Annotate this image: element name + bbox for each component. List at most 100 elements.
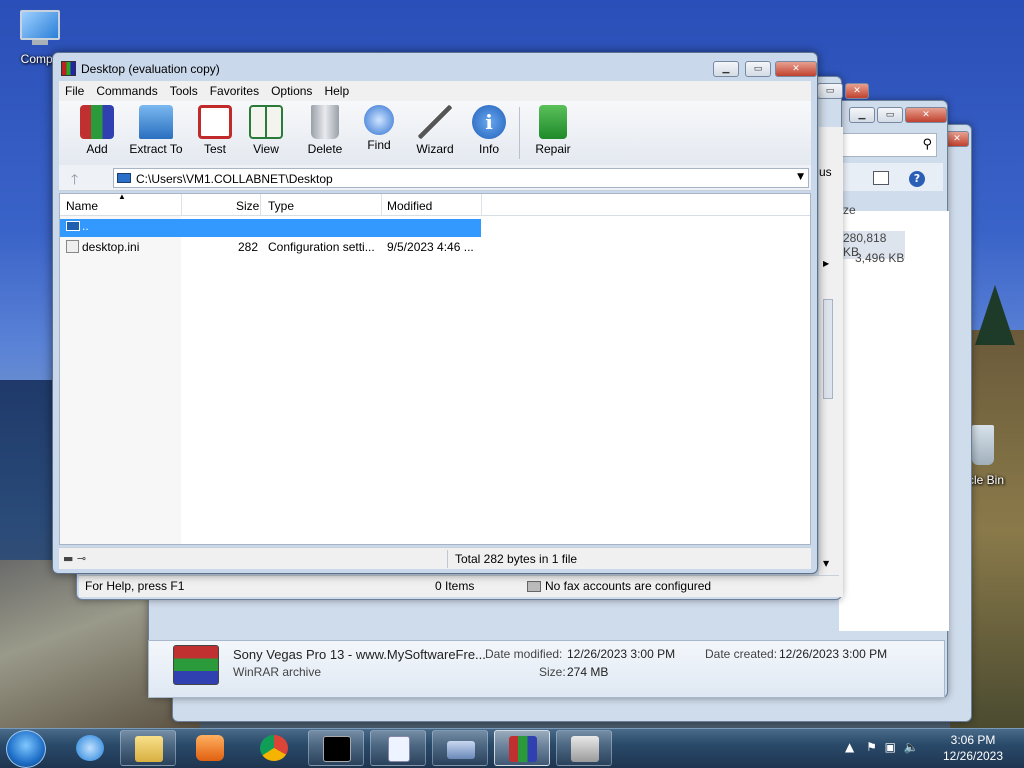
row-size: 282 — [238, 240, 259, 254]
help-icon[interactable]: ? — [909, 171, 925, 187]
action-center-icon[interactable]: ⚑ — [866, 740, 877, 754]
close-button[interactable]: ✕ — [905, 107, 947, 123]
close-button[interactable]: ✕ — [775, 61, 817, 77]
minimize-button[interactable]: ▁ — [849, 107, 875, 123]
repair-button[interactable]: Repair — [531, 105, 575, 156]
file-list[interactable]: Name ▲ Size Type Modified .. desktop.ini… — [59, 192, 811, 545]
chevron-down-icon[interactable]: ▼ — [797, 172, 804, 182]
column-header-type[interactable]: Type — [268, 199, 294, 213]
explorer-details-pane: Sony Vegas Pro 13 - www.MySoftwareFre...… — [148, 640, 945, 698]
up-arrow-icon[interactable]: 🡑 — [71, 169, 78, 193]
wizard-button[interactable]: Wizard — [413, 105, 457, 156]
taskbar-onscreen-keyboard[interactable] — [432, 730, 488, 766]
details-date-modified-label: Date modified: — [485, 647, 563, 661]
row-type: Configuration setti... — [268, 240, 375, 254]
delete-button[interactable]: Delete — [305, 105, 345, 156]
network-icon[interactable]: ▣ — [885, 740, 896, 754]
extract-to-button[interactable]: Extract To — [127, 105, 185, 156]
maximize-button[interactable]: ▭ — [877, 107, 903, 123]
parent-folder-icon — [66, 221, 80, 231]
taskbar-fax[interactable] — [556, 730, 612, 766]
add-label: Add — [86, 142, 108, 156]
chrome-icon — [260, 735, 288, 761]
test-label: Test — [203, 142, 226, 156]
menu-tools[interactable]: Tools — [164, 81, 204, 101]
minimize-button[interactable]: ▭ — [817, 83, 843, 99]
scroll-right-icon[interactable]: ▶ — [823, 259, 829, 268]
list-item-desktop-ini[interactable]: desktop.ini 282 Configuration setti... 9… — [60, 238, 481, 256]
address-bar: 🡑 C:\Users\VM1.COLLABNET\Desktop ▼ — [59, 165, 811, 191]
menu-favorites[interactable]: Favorites — [204, 81, 265, 101]
info-icon: i — [472, 105, 506, 139]
column-header-name[interactable]: Name — [66, 199, 98, 213]
add-button[interactable]: Add — [77, 105, 117, 156]
desktop-background-tree — [975, 285, 1015, 345]
sort-arrow-icon: ▲ — [118, 192, 126, 201]
info-button[interactable]: i Info — [469, 105, 509, 156]
extract-to-label: Extract To — [129, 142, 183, 156]
menu-file[interactable]: File — [59, 81, 90, 101]
address-combobox[interactable]: C:\Users\VM1.COLLABNET\Desktop ▼ — [113, 168, 809, 188]
details-date-modified: 12/26/2023 3:00 PM — [567, 647, 676, 661]
maximize-button[interactable]: ▭ — [745, 61, 771, 77]
taskbar-notepad[interactable] — [370, 730, 426, 766]
test-checklist-icon — [198, 105, 232, 139]
list-item-parent-folder[interactable]: .. — [60, 219, 481, 237]
folder-icon — [135, 736, 163, 762]
column-header-size[interactable]: Size — [236, 199, 259, 213]
start-button[interactable] — [6, 730, 46, 768]
delete-label: Delete — [307, 142, 343, 156]
status-items: 0 Items — [435, 579, 475, 593]
menu-commands[interactable]: Commands — [90, 81, 163, 101]
search-icon[interactable]: ⚲ — [922, 137, 932, 152]
winrar-window[interactable]: Desktop (evaluation copy) ▁ ▭ ✕ File Com… — [52, 52, 818, 574]
row-name: desktop.ini — [82, 240, 140, 254]
menu-options[interactable]: Options — [265, 81, 318, 101]
toolbar: Add Extract To Test View Delete Find Wiz… — [59, 101, 811, 165]
find-button[interactable]: Find — [359, 105, 399, 152]
drive-key-icon: ▬ ⊸ — [63, 552, 87, 565]
trash-icon — [311, 105, 339, 139]
taskbar-explorer[interactable] — [120, 730, 176, 766]
taskbar-chrome[interactable] — [246, 730, 302, 766]
taskbar-clock[interactable]: 3:06 PM 12/26/2023 — [940, 732, 1006, 764]
winrar-app-icon[interactable] — [61, 61, 76, 76]
menu-bar: File Commands Tools Favorites Options He… — [59, 81, 811, 101]
taskbar-media-player[interactable] — [182, 730, 238, 766]
document-icon — [388, 736, 410, 762]
details-date-created-label: Date created: — [705, 647, 778, 661]
status-bar: ▬ ⊸ Total 282 bytes in 1 file — [59, 547, 811, 569]
test-button[interactable]: Test — [195, 105, 235, 156]
vertical-scrollbar-thumb[interactable] — [823, 299, 833, 399]
taskbar-internet-explorer[interactable] — [62, 730, 118, 766]
media-player-icon — [196, 735, 224, 761]
status-fax: No fax accounts are configured — [545, 579, 712, 593]
command-prompt-icon — [323, 736, 351, 762]
minimize-button[interactable]: ▁ — [713, 61, 739, 77]
status-help: For Help, press F1 — [85, 579, 185, 593]
column-header-modified[interactable]: Modified — [387, 199, 432, 213]
magnifier-icon — [364, 105, 394, 135]
menu-help[interactable]: Help — [318, 81, 355, 101]
add-archive-icon — [80, 105, 114, 139]
right-label-us: us — [819, 165, 832, 179]
show-hidden-icons-icon[interactable]: ▲ — [845, 740, 854, 754]
layout-pane-icon[interactable] — [873, 171, 889, 185]
taskbar-winrar[interactable] — [494, 730, 550, 766]
taskbar-command-prompt[interactable] — [308, 730, 364, 766]
details-file-name: Sony Vegas Pro 13 - www.MySoftwareFre... — [233, 647, 486, 662]
wizard-label: Wizard — [416, 142, 454, 156]
file-list-header: Name ▲ Size Type Modified — [60, 192, 810, 216]
computer-icon — [20, 10, 60, 46]
size-column-header[interactable]: ze — [843, 203, 856, 217]
toolbar-separator — [519, 107, 520, 159]
scroll-down-icon[interactable]: ▼ — [823, 559, 829, 568]
close-button[interactable]: ✕ — [845, 83, 869, 99]
address-path: C:\Users\VM1.COLLABNET\Desktop — [136, 172, 333, 186]
view-button[interactable]: View — [245, 105, 287, 156]
window-title: Desktop (evaluation copy) — [81, 62, 220, 76]
file-size-2: 3,496 KB — [855, 251, 905, 265]
repair-label: Repair — [535, 142, 571, 156]
status-bar: For Help, press F1 0 Items No fax accoun… — [79, 575, 839, 597]
volume-icon[interactable]: 🔈 — [904, 740, 919, 754]
